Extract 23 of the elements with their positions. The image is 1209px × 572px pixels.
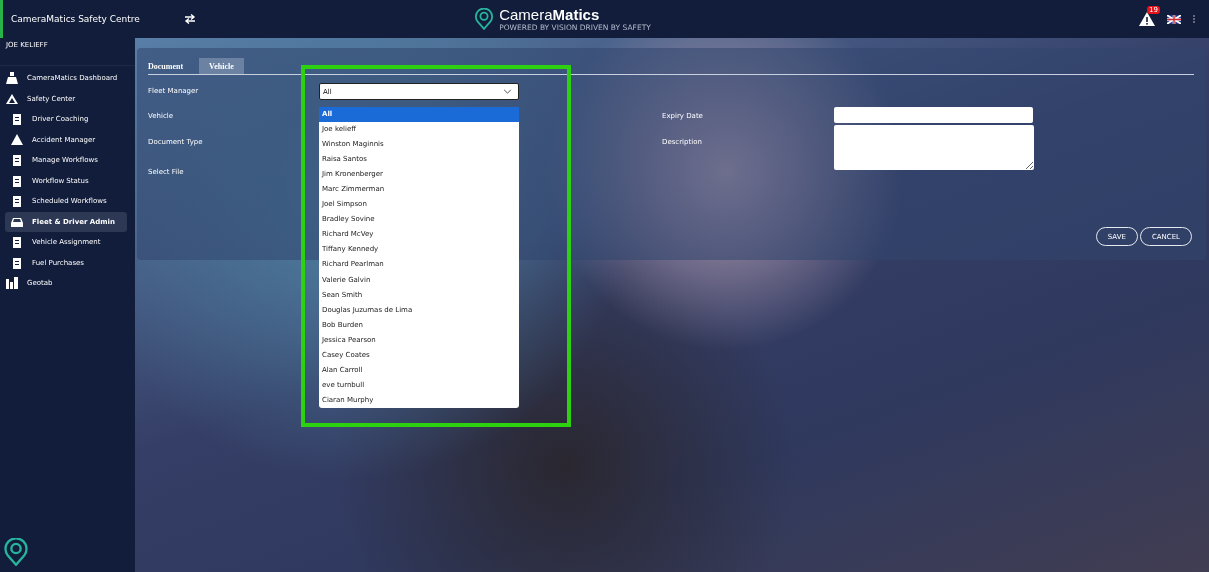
nav-icon [11, 113, 23, 126]
nav-icon [11, 215, 23, 228]
brand-name: CameraMatics [499, 6, 601, 23]
app-title: CameraMatics Safety Centre [11, 14, 140, 24]
nav-icon [11, 195, 23, 208]
nav-icon [11, 154, 23, 167]
nav-icon [6, 72, 18, 85]
nav-icon [11, 133, 23, 146]
nav-icon [11, 256, 23, 269]
warning-icon[interactable] [1139, 12, 1155, 26]
swap-icon[interactable] [183, 14, 196, 24]
chevron-down-icon [503, 89, 512, 94]
nav-icon [11, 174, 23, 187]
expiry-date-field[interactable] [834, 107, 1033, 123]
flag-icon[interactable] [1167, 14, 1181, 24]
tab[interactable]: Vehicle [199, 58, 244, 74]
logo-icon [4, 538, 28, 566]
logo-icon [475, 8, 494, 30]
nav-icon [11, 236, 23, 249]
description-field[interactable] [834, 125, 1034, 170]
nav-icon [6, 92, 18, 105]
nav-icon [6, 277, 18, 290]
tab[interactable]: Document [148, 58, 190, 74]
